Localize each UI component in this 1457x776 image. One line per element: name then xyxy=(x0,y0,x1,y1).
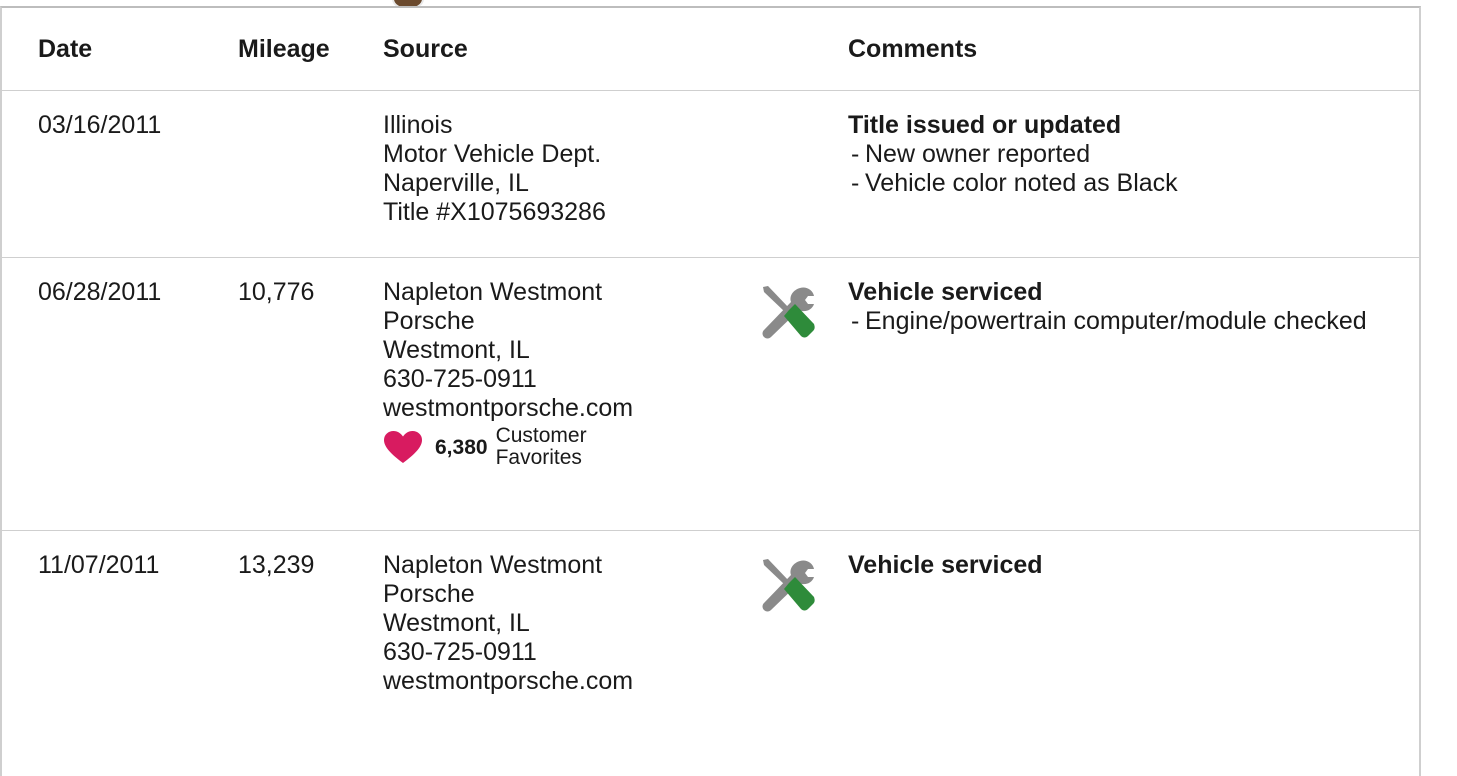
favorites-count: 6,380 xyxy=(435,435,488,459)
source-line: Title #X1075693286 xyxy=(383,198,606,226)
source-line: Naperville, IL xyxy=(383,169,529,197)
comment-title: Vehicle serviced xyxy=(848,551,1043,579)
source-phone: 630-725-0911 xyxy=(383,638,537,666)
source-line: Westmont, IL xyxy=(383,609,530,637)
comment-item-text: Engine/powertrain computer/module checke… xyxy=(865,307,1367,335)
comment-item: - New owner reported xyxy=(848,140,1419,169)
customer-favorites-badge[interactable]: 6,380 Customer Favorites xyxy=(383,425,747,469)
row-comments: Vehicle serviced xyxy=(848,531,1419,772)
service-tools-icon xyxy=(762,286,815,339)
row-mileage: 13,239 xyxy=(238,551,315,579)
row-comments: Title issued or updated - New owner repo… xyxy=(848,91,1419,258)
row-date: 11/07/2011 xyxy=(38,551,160,579)
comment-title: Vehicle serviced xyxy=(848,278,1043,306)
table-header-row: Date Mileage Source Comments xyxy=(2,8,1419,91)
row-source: Napleton Westmont Porsche Westmont, IL 6… xyxy=(383,258,747,531)
source-phone: 630-725-0911 xyxy=(383,365,537,393)
header-source[interactable]: Source xyxy=(383,8,747,91)
comment-item: - Engine/powertrain computer/module chec… xyxy=(848,307,1419,336)
bullet-dash: - xyxy=(851,169,860,197)
favorites-label-line1: Customer xyxy=(495,424,587,447)
table-row: 11/07/2011 13,239 Napleton Westmont Pors… xyxy=(2,530,1419,772)
header-icon-spacer xyxy=(747,8,848,91)
row-comments: Vehicle serviced - Engine/powertrain com… xyxy=(848,258,1419,531)
row-icon-cell xyxy=(747,258,848,531)
bullet-dash: - xyxy=(851,307,860,335)
favorites-label-line2: Favorites xyxy=(495,446,582,469)
favorites-label: Customer Favorites xyxy=(496,425,587,469)
row-mileage xyxy=(238,91,383,258)
source-line: Porsche xyxy=(383,580,475,608)
row-icon-cell xyxy=(747,531,848,772)
comment-item-text: New owner reported xyxy=(865,140,1091,168)
source-line: Illinois xyxy=(383,111,453,139)
source-line: Napleton Westmont xyxy=(383,551,603,579)
bullet-dash: - xyxy=(851,140,860,168)
comment-title: Title issued or updated xyxy=(848,111,1122,139)
header-date[interactable]: Date xyxy=(2,8,238,91)
row-date: 06/28/2011 xyxy=(38,278,162,306)
row-source: Illinois Motor Vehicle Dept. Naperville,… xyxy=(383,91,747,258)
source-website-link[interactable]: westmontporsche.com xyxy=(383,667,747,696)
source-line: Porsche xyxy=(383,307,475,335)
row-mileage: 10,776 xyxy=(238,278,315,306)
table-row: 03/16/2011 Illinois Motor Vehicle Dept. … xyxy=(2,90,1419,258)
vehicle-history-table: Date Mileage Source Comments 03/16/2011 … xyxy=(2,8,1419,771)
service-tools-icon xyxy=(762,559,815,612)
source-line: Motor Vehicle Dept. xyxy=(383,140,602,168)
source-website-link[interactable]: westmontporsche.com xyxy=(383,394,747,423)
row-date: 03/16/2011 xyxy=(38,111,162,139)
heart-icon xyxy=(384,431,422,463)
row-icon-cell xyxy=(747,91,848,258)
table-row: 06/28/2011 10,776 Napleton Westmont Pors… xyxy=(2,257,1419,531)
header-comments[interactable]: Comments xyxy=(848,8,1419,91)
comment-item-text: Vehicle color noted as Black xyxy=(865,169,1178,197)
row-source: Napleton Westmont Porsche Westmont, IL 6… xyxy=(383,531,747,772)
header-mileage[interactable]: Mileage xyxy=(238,8,383,91)
source-line: Westmont, IL xyxy=(383,336,530,364)
comment-item: - Vehicle color noted as Black xyxy=(848,169,1419,198)
source-line: Napleton Westmont xyxy=(383,278,603,306)
